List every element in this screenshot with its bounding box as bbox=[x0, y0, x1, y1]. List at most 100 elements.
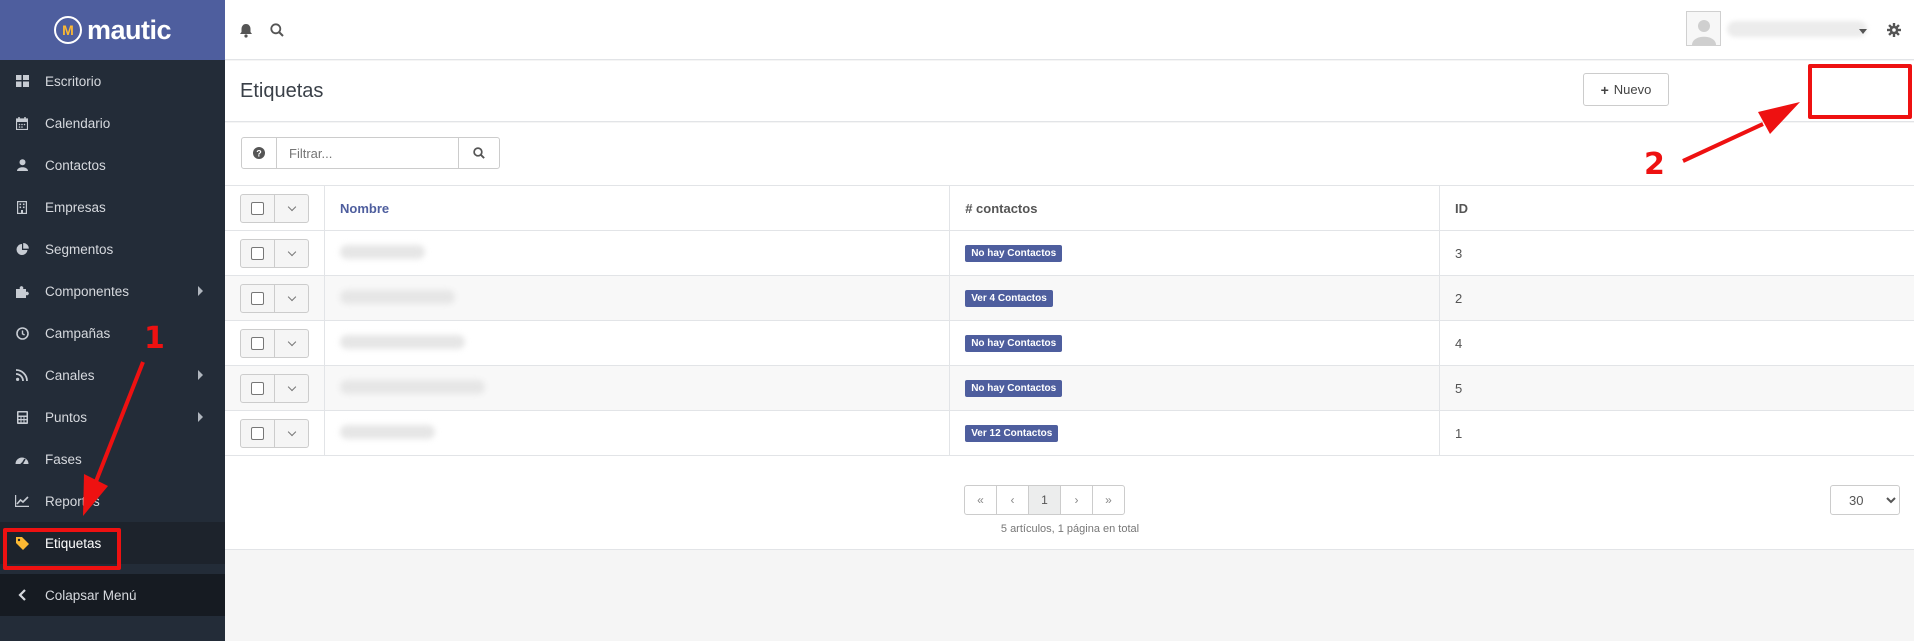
table-row: No hay Contactos 3 bbox=[225, 230, 1914, 276]
mautic-logo-icon: M bbox=[53, 16, 82, 44]
help-button[interactable]: ? bbox=[241, 137, 277, 169]
new-button[interactable]: + Nuevo bbox=[1583, 73, 1669, 106]
user-menu-caret-icon[interactable] bbox=[1859, 29, 1867, 34]
tag-name[interactable] bbox=[340, 379, 485, 394]
dashboard-icon bbox=[14, 73, 30, 89]
question-circle-icon: ? bbox=[253, 147, 265, 159]
row-checkbox[interactable] bbox=[241, 239, 275, 267]
annotation-box-etiquetas bbox=[3, 528, 121, 570]
row-select-group[interactable] bbox=[240, 373, 309, 403]
tag-name[interactable] bbox=[340, 289, 455, 304]
line-chart-icon bbox=[14, 493, 30, 509]
next-page-button[interactable]: › bbox=[1060, 485, 1093, 515]
page-limit-select[interactable]: 30 bbox=[1830, 485, 1900, 515]
contacts-badge[interactable]: No hay Contactos bbox=[965, 335, 1063, 352]
row-select-group[interactable] bbox=[240, 418, 309, 448]
tag-name[interactable] bbox=[340, 424, 435, 439]
row-select-group[interactable] bbox=[240, 328, 309, 358]
row-id: 2 bbox=[1439, 275, 1914, 321]
chevron-down-icon[interactable] bbox=[275, 285, 308, 312]
filter-input[interactable] bbox=[277, 137, 458, 169]
annotation-number-2: 2 bbox=[1644, 147, 1665, 182]
sidebar-item-escritorio[interactable]: Escritorio bbox=[0, 60, 225, 102]
sidebar-item-calendario[interactable]: Calendario bbox=[0, 102, 225, 144]
annotation-box-nuevo bbox=[1808, 64, 1912, 119]
row-checkbox[interactable] bbox=[241, 419, 275, 447]
sidebar-menu: Escritorio Calendario Contactos Empresas… bbox=[0, 60, 225, 564]
column-header-id[interactable]: ID bbox=[1439, 185, 1914, 231]
pie-chart-icon bbox=[14, 241, 30, 257]
submenu-caret-icon bbox=[198, 412, 203, 422]
page-title: Etiquetas bbox=[240, 80, 324, 102]
chevron-down-icon[interactable] bbox=[275, 195, 308, 222]
calendar-icon bbox=[14, 115, 30, 131]
tag-name[interactable] bbox=[340, 334, 465, 349]
sidebar-item-label: Fases bbox=[45, 451, 82, 467]
current-page[interactable]: 1 bbox=[1028, 485, 1061, 515]
avatar[interactable] bbox=[1686, 11, 1721, 46]
sidebar-item-reportes[interactable]: Reportes bbox=[0, 480, 225, 522]
first-page-button[interactable]: « bbox=[964, 485, 997, 515]
chevron-down-icon[interactable] bbox=[275, 420, 308, 447]
contacts-badge[interactable]: No hay Contactos bbox=[965, 380, 1063, 397]
contacts-badge[interactable]: No hay Contactos bbox=[965, 245, 1063, 262]
annotation-number-1: 1 bbox=[144, 321, 165, 356]
gear-icon[interactable] bbox=[1885, 21, 1903, 39]
row-select-group[interactable] bbox=[240, 283, 309, 313]
top-bar bbox=[225, 0, 1914, 60]
user-icon bbox=[14, 157, 30, 173]
chevron-down-icon[interactable] bbox=[275, 240, 308, 267]
table-header-row: Nombre # contactos ID bbox=[225, 185, 1914, 231]
row-checkbox[interactable] bbox=[241, 284, 275, 312]
user-name[interactable] bbox=[1727, 21, 1867, 37]
search-icon[interactable] bbox=[268, 21, 286, 39]
sidebar-item-empresas[interactable]: Empresas bbox=[0, 186, 225, 228]
sidebar-item-label: Contactos bbox=[45, 157, 106, 173]
table-row: No hay Contactos 5 bbox=[225, 365, 1914, 411]
sidebar-item-puntos[interactable]: Puntos bbox=[0, 396, 225, 438]
sidebar-item-label: Canales bbox=[45, 367, 95, 383]
column-header-nombre[interactable]: Nombre bbox=[324, 185, 951, 231]
row-select-group[interactable] bbox=[240, 238, 309, 268]
clock-icon bbox=[14, 325, 30, 341]
tag-name[interactable] bbox=[340, 244, 425, 259]
column-header-contactos[interactable]: # contactos bbox=[949, 185, 1441, 231]
sidebar-item-contactos[interactable]: Contactos bbox=[0, 144, 225, 186]
logo[interactable]: M mautic bbox=[0, 0, 225, 60]
row-id: 5 bbox=[1439, 365, 1914, 411]
sidebar-item-label: Reportes bbox=[45, 493, 100, 509]
contacts-badge[interactable]: Ver 4 Contactos bbox=[965, 290, 1053, 307]
row-checkbox[interactable] bbox=[241, 374, 275, 402]
table-row: Ver 12 Contactos 1 bbox=[225, 410, 1914, 456]
row-checkbox[interactable] bbox=[241, 329, 275, 357]
new-button-label: Nuevo bbox=[1613, 82, 1652, 97]
row-id: 3 bbox=[1439, 230, 1914, 276]
sidebar-item-label: Calendario bbox=[45, 115, 111, 131]
contacts-badge[interactable]: Ver 12 Contactos bbox=[965, 425, 1059, 442]
last-page-button[interactable]: » bbox=[1092, 485, 1125, 515]
search-button[interactable] bbox=[458, 137, 500, 169]
bell-icon[interactable] bbox=[237, 21, 255, 39]
prev-page-button[interactable]: ‹ bbox=[996, 485, 1029, 515]
sidebar-item-campanas[interactable]: Campañas bbox=[0, 312, 225, 354]
collapse-menu-button[interactable]: Colapsar Menú bbox=[0, 574, 225, 616]
search-icon bbox=[473, 147, 485, 159]
chevron-down-icon[interactable] bbox=[275, 375, 308, 402]
table-row: No hay Contactos 4 bbox=[225, 320, 1914, 366]
sidebar-item-label: Componentes bbox=[45, 283, 130, 299]
sidebar-item-canales[interactable]: Canales bbox=[0, 354, 225, 396]
sidebar-item-segmentos[interactable]: Segmentos bbox=[0, 228, 225, 270]
select-all-cell bbox=[225, 185, 325, 231]
select-all-group[interactable] bbox=[240, 193, 309, 223]
svg-text:?: ? bbox=[256, 148, 262, 158]
sidebar-item-label: Escritorio bbox=[45, 73, 102, 89]
user-silhouette-icon bbox=[1691, 20, 1716, 45]
sidebar-item-fases[interactable]: Fases bbox=[0, 438, 225, 480]
calculator-icon bbox=[14, 409, 30, 425]
chevron-down-icon[interactable] bbox=[275, 330, 308, 357]
rss-icon bbox=[14, 367, 30, 383]
sidebar-item-componentes[interactable]: Componentes bbox=[0, 270, 225, 312]
building-icon bbox=[14, 199, 30, 215]
puzzle-icon bbox=[14, 283, 30, 299]
select-all-checkbox[interactable] bbox=[241, 194, 275, 222]
